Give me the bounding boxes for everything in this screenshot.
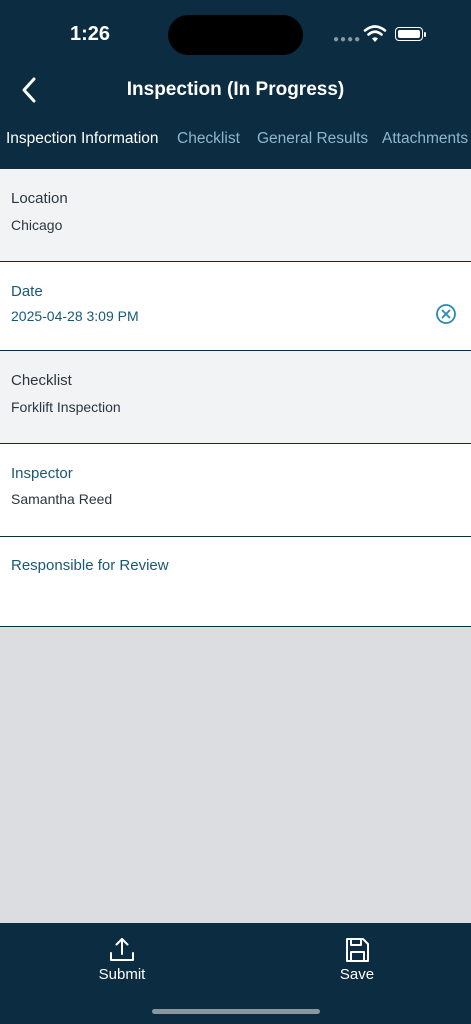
date-row[interactable]: Date 2025-04-28 3:09 PM — [0, 262, 471, 351]
location-row: Location Chicago — [0, 169, 471, 262]
inspector-value[interactable]: Samantha Reed — [11, 491, 112, 507]
status-icons: ●●●● — [333, 24, 433, 46]
bottom-action-bar: Submit Save — [0, 923, 471, 1024]
battery-tip — [424, 32, 426, 37]
submit-label: Submit — [98, 966, 146, 983]
save-button[interactable]: Save — [317, 935, 397, 983]
signal-dots-icon: ●●●● — [333, 34, 362, 45]
page-title: Inspection (In Progress) — [126, 79, 345, 100]
checklist-row: Checklist Forklift Inspection — [0, 351, 471, 444]
status-time: 1:26 — [70, 23, 111, 45]
inspector-label: Inspector — [11, 465, 73, 482]
location-label: Location — [11, 190, 68, 207]
tab-general-results[interactable]: General Results — [257, 130, 368, 148]
save-label: Save — [339, 966, 375, 983]
floppy-disk-icon — [346, 938, 369, 962]
date-value[interactable]: 2025-04-28 3:09 PM — [11, 308, 139, 324]
tab-inspection-information[interactable]: Inspection Information — [6, 130, 159, 148]
checklist-label: Checklist — [11, 372, 72, 389]
tab-checklist[interactable]: Checklist — [177, 130, 240, 148]
tab-attachments[interactable]: Attachments — [382, 130, 468, 148]
submit-button[interactable]: Submit — [82, 935, 162, 983]
tab-bar: Inspection Information Checklist General… — [0, 130, 471, 154]
date-label: Date — [11, 283, 43, 300]
inspector-row[interactable]: Inspector Samantha Reed — [0, 444, 471, 537]
app-header: 1:26 ●●●● Inspection (In Progress) Inspe… — [0, 0, 471, 169]
battery-icon — [395, 27, 423, 41]
dynamic-island — [168, 15, 303, 55]
home-indicator — [152, 1009, 320, 1014]
responsible-label: Responsible for Review — [11, 557, 169, 574]
wifi-icon — [363, 25, 387, 42]
checklist-value: Forklift Inspection — [11, 399, 121, 415]
clear-date-icon[interactable] — [435, 303, 457, 325]
location-value: Chicago — [11, 217, 63, 233]
responsible-row[interactable]: Responsible for Review — [0, 537, 471, 627]
upload-icon — [110, 938, 134, 961]
